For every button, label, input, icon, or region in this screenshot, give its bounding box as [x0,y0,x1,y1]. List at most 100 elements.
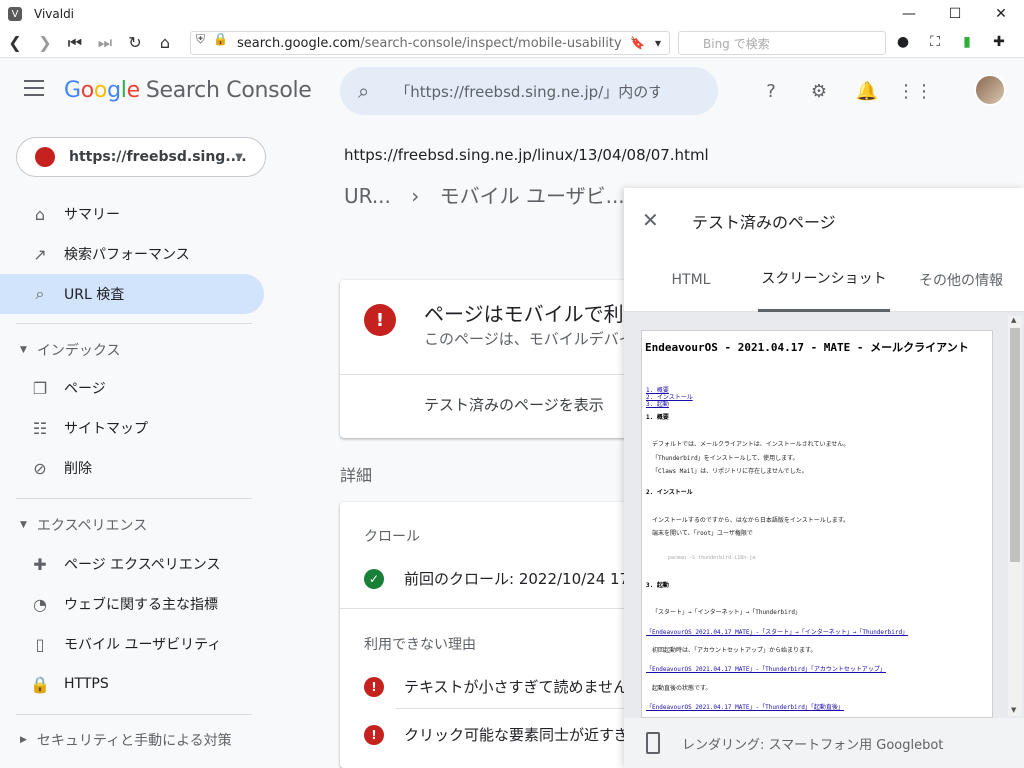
tested-page-panel: ✕ テスト済みのページ HTML スクリーンショット その他の情報 Endeav… [624,188,1024,768]
reload-icon[interactable]: ↻ [120,28,150,58]
crawl-label: クロール [364,529,420,545]
sidebar-item-pages[interactable]: ❐ ページ [0,368,264,408]
property-label: https://freebsd.sing.... [69,149,247,165]
divider [16,498,252,499]
app-header: Google Search Console ⌕ 「https://freebsd.… [0,58,1024,122]
search-icon: ⌕ [358,79,370,103]
capture-icon[interactable]: ⛶ [924,31,946,53]
back-icon[interactable]: ❮ [0,28,30,58]
smartphone-icon [646,732,660,754]
shield-icon[interactable]: ⛨ [196,32,205,47]
tab-more-info[interactable]: その他の情報 [906,248,1016,312]
details-heading: 詳細 [340,466,373,485]
search-engine-field[interactable]: Bing で検索 [678,31,886,55]
browser-toolbar: ❮ ❯ ⏮ ⏭ ↻ ⌂ search.google.com/search-con… [0,28,1024,58]
breadcrumb: UR... › モバイル ユーザビ... [344,180,625,209]
inspected-url: https://freebsd.sing.ne.jp/linux/13/04/0… [344,146,709,164]
breadcrumb-mobile-usability: モバイル ユーザビ... [439,184,625,208]
product-name: Search Console [145,78,312,103]
lock-icon[interactable]: 🔒 [213,32,228,47]
forward-icon[interactable]: ❯ [30,28,60,58]
sidebar-item-https[interactable]: 🔒 HTTPS [0,664,264,704]
section-experience[interactable]: ▼ エクスペリエンス [20,515,147,535]
lock-icon: 🔒 [30,674,50,694]
error-icon: ! [364,304,396,336]
sidebar-item-removals[interactable]: ⊘ 削除 [0,448,264,488]
sidebar-item-core-web-vitals[interactable]: ◔ ウェブに関する主な指標 [0,584,264,624]
profile-icon[interactable]: ● [892,31,914,53]
rendering-info: レンダリング: スマートフォン用 Googlebot [624,718,1024,768]
sidebar-item-summary[interactable]: ⌂ サマリー [0,194,264,234]
url-path: /search-console/inspect/mobile-usability [360,35,622,51]
fast-forward-icon[interactable]: ⏭ [90,28,120,58]
menu-icon[interactable] [24,80,44,96]
search-icon: ⌕ [35,284,45,303]
screenshot-viewport[interactable]: EndeavourOS - 2021.04.17 - MATE - メールクライ… [624,312,1024,718]
settings-icon[interactable]: ⚙ [804,76,834,106]
bookmark-extension-icon[interactable]: ▮ [956,31,978,53]
breadcrumb-url[interactable]: UR... [344,184,391,208]
sidebar-item-url-inspection[interactable]: ⌕ URL 検査 [0,274,264,314]
close-window-icon[interactable]: ✕ [978,0,1024,28]
window-controls: — ☐ ✕ [886,0,1024,28]
home-icon: ⌂ [34,204,46,224]
extensions-icon[interactable]: ✚ [988,31,1010,53]
divider [16,323,252,324]
scroll-down-icon[interactable]: ▼ [1011,706,1016,714]
window-titlebar: V Vivaldi — ☐ ✕ [0,0,1024,28]
view-tested-page-button[interactable]: テスト済みのページを表示 [424,394,604,415]
url-domain: search.google.com [237,35,361,51]
caret-right-icon: ▶ [20,735,27,745]
section-index[interactable]: ▼ インデックス [20,340,121,360]
speed-icon: ◔ [33,594,47,614]
section-security[interactable]: ▶ セキュリティと手動による対策 [20,730,232,750]
reasons-label: 利用できない理由 [364,637,476,653]
search-input[interactable]: 「https://freebsd.sing.ne.jp/」内のすべてのURLを検… [395,81,660,102]
maximize-icon[interactable]: ☐ [932,0,978,28]
panel-title: テスト済みのページ [692,213,836,232]
sitemap-icon: ☷ [32,418,48,438]
rewind-icon[interactable]: ⏮ [60,28,90,58]
panel-tabs: HTML スクリーンショット その他の情報 [624,248,1024,312]
inspect-search-bar[interactable]: ⌕ 「https://freebsd.sing.ne.jp/」内のすべてのURL… [340,67,718,115]
bookmark-icon[interactable]: 🔖 [630,36,645,50]
home-icon[interactable]: ⌂ [150,28,180,58]
caret-down-icon: ▼ [20,520,27,530]
apps-icon[interactable]: ⋮⋮ [897,76,933,106]
page-screenshot: EndeavourOS - 2021.04.17 - MATE - メールクライ… [641,330,993,718]
error-icon: ! [364,676,384,697]
avatar[interactable] [974,74,1006,106]
phone-icon: ▯ [35,634,45,654]
dropdown-icon[interactable]: ▾ [655,36,661,50]
tab-html[interactable]: HTML [636,248,746,312]
address-field[interactable]: search.google.com/search-console/inspect… [190,31,670,55]
experience-icon: ✚ [33,554,47,574]
sidebar-item-page-experience[interactable]: ✚ ページ エクスペリエンス [0,544,264,584]
property-selector[interactable]: https://freebsd.sing.... ▼ [16,137,266,177]
app-name: Vivaldi [34,7,75,21]
sidebar-item-mobile-usability[interactable]: ▯ モバイル ユーザビリティ [0,624,264,664]
scrollbar-thumb[interactable] [1010,328,1020,562]
notifications-icon[interactable]: 🔔 [852,76,882,106]
trending-icon: ↗ [33,244,47,264]
details-card: クロール ✓ 前回のクロール: 2022/10/24 17:08:02 利用でき… [340,502,677,768]
sidebar: https://freebsd.sing.... ▼ ⌂ サマリー ↗ 検索パフ… [0,122,280,768]
pages-icon: ❐ [32,378,48,398]
reason-text: テキストが小さすぎて読めません [404,678,629,696]
sidebar-item-sitemaps[interactable]: ☷ サイトマップ [0,408,264,448]
rendering-text: レンダリング: スマートフォン用 Googlebot [682,737,944,753]
vivaldi-icon: V [8,7,22,21]
reason-row[interactable]: ! テキストが小さすぎて読めません [364,676,628,697]
minimize-icon[interactable]: — [886,0,932,28]
scroll-up-icon[interactable]: ▲ [1011,316,1016,324]
tab-screenshot[interactable]: スクリーンショット [758,248,890,312]
scrollbar[interactable]: ▲ ▼ [1008,316,1022,716]
status-card: ! ページはモバイルで利用できません このページは、モバイルデバイスで利用できま… [340,280,768,438]
caret-down-icon: ▼ [235,151,243,163]
help-icon[interactable]: ? [756,76,786,106]
chevron-right-icon: › [411,184,420,208]
close-icon[interactable]: ✕ [642,208,659,232]
search-console-logo[interactable]: Google Search Console [64,78,312,103]
reason-row[interactable]: ! クリック可能な要素同士が近すぎます [364,724,659,745]
sidebar-item-performance[interactable]: ↗ 検索パフォーマンス [0,234,264,274]
